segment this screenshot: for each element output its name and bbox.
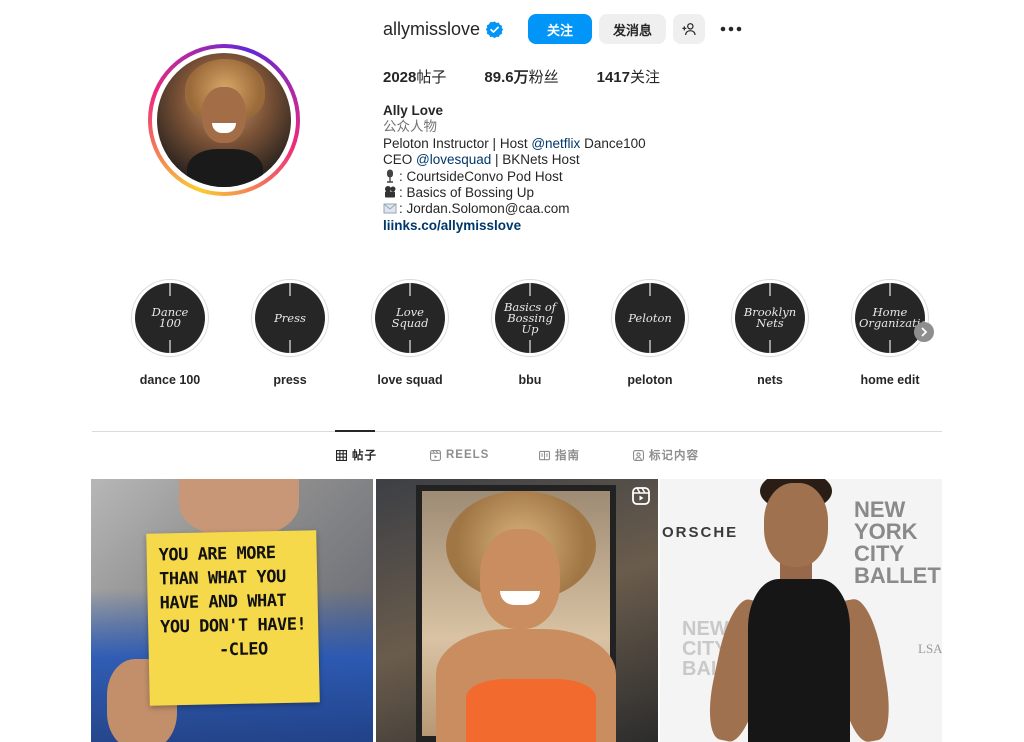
sticky-note: YOU ARE MORE THAN WHAT YOU HAVE AND WHAT… [146, 530, 320, 706]
highlight-item[interactable]: Basics of Bossing Up bbu [480, 279, 580, 387]
mention-link[interactable]: @netflix [531, 136, 580, 151]
highlight-item[interactable]: Dance 100 dance 100 [120, 279, 220, 387]
envelope-emoji-icon [383, 203, 397, 214]
tagged-icon [633, 449, 644, 461]
bio-line: : CourtsideConvo Pod Host [383, 169, 646, 185]
highlight-label: dance 100 [139, 373, 201, 387]
grid-icon [336, 449, 347, 461]
highlight-label: home edit [860, 373, 920, 387]
post-tile[interactable] [376, 479, 658, 742]
post-tile[interactable]: YOU ARE MORE THAN WHAT YOU HAVE AND WHAT… [91, 479, 373, 742]
verified-badge-icon [486, 21, 503, 38]
bio-line: : Basics of Bossing Up [383, 185, 646, 201]
stat-following[interactable]: 1417关注 [597, 66, 660, 87]
bio-category: 公众人物 [383, 119, 437, 135]
reel-indicator-icon [632, 487, 650, 505]
bio-line: : Jordan.Solomon@caa.com [383, 201, 646, 217]
tab-reels[interactable]: REELS [430, 447, 489, 463]
mention-link[interactable]: @lovesquad [416, 152, 491, 167]
highlight-label: press [273, 373, 307, 387]
backdrop-text: ORSCHE [662, 524, 739, 541]
add-person-icon [682, 23, 696, 36]
avatar-photo [157, 53, 291, 187]
profile-stats: 2028帖子 89.6万粉丝 1417关注 [383, 66, 698, 87]
suggested-users-button[interactable] [673, 14, 705, 44]
tab-posts[interactable]: 帖子 [336, 447, 377, 463]
highlight-item[interactable]: Press press [240, 279, 340, 387]
stat-followers[interactable]: 89.6万粉丝 [484, 66, 558, 87]
microphone-emoji-icon [387, 169, 393, 183]
highlight-item[interactable]: Peloton peloton [600, 279, 700, 387]
highlight-label: bbu [518, 373, 542, 387]
highlight-item[interactable]: Love Squad love squad [360, 279, 460, 387]
message-button[interactable]: 发消息 [599, 14, 666, 44]
highlight-label: peloton [627, 373, 673, 387]
guide-icon [539, 450, 550, 460]
profile-bio: Ally Love 公众人物 Peloton Instructor | Host… [383, 103, 646, 234]
highlight-item[interactable]: Brooklyn Nets nets [720, 279, 820, 387]
tab-tagged[interactable]: 标记内容 [633, 447, 699, 463]
active-tab-indicator [335, 430, 375, 432]
profile-username: allymisslove [383, 19, 481, 39]
tabs-divider [92, 431, 942, 432]
camera-emoji-icon [385, 186, 396, 198]
more-dots-icon [720, 26, 742, 32]
highlights-next-button[interactable] [914, 322, 934, 342]
stat-posts: 2028帖子 [383, 69, 447, 86]
more-options-button[interactable] [717, 14, 745, 44]
backdrop-text: NEW YORK CITY BALLET [854, 497, 941, 588]
reels-icon [430, 449, 441, 461]
chevron-right-icon [921, 327, 928, 337]
bio-line: CEO @lovesquad | BKNets Host [383, 152, 580, 168]
post-tile[interactable]: ORSCHE NEW YORK CITY BALLET NEW CITY BAL… [660, 479, 942, 742]
profile-avatar[interactable] [148, 44, 300, 196]
bio-line: Peloton Instructor | Host @netflix Dance… [383, 135, 646, 151]
highlight-label: love squad [377, 373, 443, 387]
bio-website-link[interactable]: liinks.co/allymisslove [383, 218, 646, 234]
tab-guides[interactable]: 指南 [539, 447, 580, 463]
bio-name: Ally Love [383, 103, 444, 118]
backdrop-text: LSA [918, 641, 942, 656]
highlight-label: nets [757, 373, 783, 387]
follow-button[interactable]: 关注 [528, 14, 592, 44]
